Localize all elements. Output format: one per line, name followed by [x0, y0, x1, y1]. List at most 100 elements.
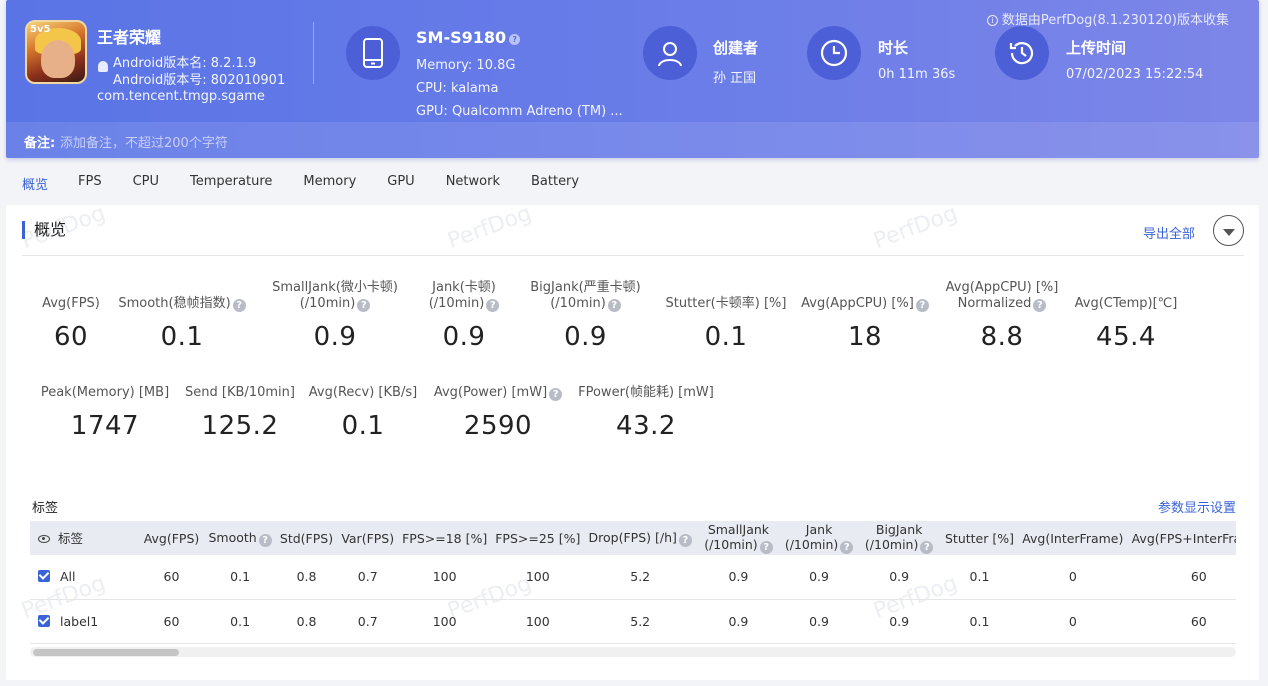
- horizontal-scrollbar[interactable]: [30, 647, 1236, 657]
- eye-icon[interactable]: [38, 534, 50, 543]
- table-row[interactable]: All 60 0.1 0.8 0.7 100 100 5.2 0.9 0.9 0…: [30, 555, 1236, 600]
- android-version-code: Android版本号: 802010901: [113, 73, 286, 88]
- column-header[interactable]: Std(FPS): [276, 521, 338, 555]
- upload-value: 07/02/2023 15:22:54: [1066, 67, 1204, 82]
- table-cell: 0.7: [337, 555, 399, 600]
- metric-avg-power: Avg(Power) [mW]? 2590: [430, 385, 566, 441]
- labels-section-title: 标签: [32, 501, 59, 516]
- app-icon-badge: 5v5: [30, 24, 51, 35]
- scrollbar-thumb[interactable]: [33, 649, 179, 656]
- label-cell: All: [30, 555, 139, 600]
- column-header[interactable]: FPS>=25 [%]: [491, 521, 584, 555]
- table-cell: 100: [398, 555, 492, 600]
- tab-cpu[interactable]: CPU: [133, 170, 159, 194]
- help-icon[interactable]: ?: [258, 533, 272, 547]
- table-cell: 60: [1127, 599, 1236, 644]
- help-icon[interactable]: ?: [232, 299, 246, 312]
- labels-table: 标签 Avg(FPS) Smooth? Std(FPS) Var(FPS) FP…: [30, 521, 1236, 661]
- upload-label: 上传时间: [1066, 39, 1127, 57]
- table-row[interactable]: label1 60 0.1 0.8 0.7 100 100 5.2 0.9 0.…: [30, 599, 1236, 644]
- device-model: SM-S9180?: [416, 28, 521, 47]
- column-header[interactable]: Stutter [%]: [941, 521, 1018, 555]
- table-cell: 0.9: [857, 599, 941, 644]
- divider: [313, 22, 314, 84]
- tab-gpu[interactable]: GPU: [387, 170, 414, 194]
- android-icon: [98, 61, 108, 72]
- device-memory: Memory: 10.8G: [416, 58, 516, 73]
- help-icon[interactable]: ?: [549, 388, 563, 401]
- table-cell: 0: [1017, 555, 1128, 600]
- metric-smooth: Smooth(稳帧指数)? 0.1: [117, 280, 247, 352]
- tab-network[interactable]: Network: [446, 170, 500, 194]
- watermark: PerfDog: [444, 200, 535, 255]
- section-title: 概览: [22, 221, 66, 239]
- tab-battery[interactable]: Battery: [531, 170, 579, 194]
- tab-memory[interactable]: Memory: [303, 170, 356, 194]
- column-header[interactable]: Avg(InterFrame): [1018, 521, 1128, 555]
- table-cell: 0.9: [857, 555, 941, 600]
- collapse-button[interactable]: [1213, 215, 1244, 246]
- help-icon[interactable]: ?: [915, 299, 929, 312]
- report-header: i 数据由PerfDog(8.1.230120)版本收集 5v5 王者荣耀 And…: [6, 0, 1259, 158]
- help-icon[interactable]: ?: [1033, 299, 1047, 312]
- clock-icon: [807, 26, 861, 80]
- creator-value: 孙 正国: [713, 71, 757, 86]
- tab-temperature[interactable]: Temperature: [190, 170, 272, 194]
- remark-bar[interactable]: 备注: 添加备注，不超过200个字符: [6, 122, 1259, 158]
- param-settings-link[interactable]: 参数显示设置: [1158, 497, 1236, 516]
- app-icon: 5v5: [25, 20, 87, 84]
- table-cell: 0.9: [780, 555, 858, 600]
- history-icon: [995, 26, 1049, 80]
- help-icon[interactable]: ?: [840, 541, 854, 554]
- remark-input[interactable]: 添加备注，不超过200个字符: [60, 132, 228, 151]
- table-cell: 0.8: [275, 555, 338, 600]
- metric-avg-recv: Avg(Recv) [KB/s] 0.1: [308, 385, 418, 441]
- column-header[interactable]: Avg(FPS): [139, 521, 205, 555]
- info-icon: i: [986, 15, 998, 26]
- table-cell: 0.9: [780, 599, 858, 644]
- help-icon[interactable]: ?: [486, 299, 500, 312]
- column-header[interactable]: Smooth?: [204, 521, 275, 555]
- export-all-link[interactable]: 导出全部: [1143, 223, 1195, 242]
- metric-send: Send [KB/10min] 125.2: [185, 385, 295, 441]
- duration-value: 0h 11m 36s: [878, 67, 956, 82]
- help-icon[interactable]: ?: [357, 299, 371, 312]
- creator-label: 创建者: [713, 39, 759, 57]
- column-header[interactable]: Avg(FPS+InterFrame): [1128, 521, 1236, 555]
- duration-label: 时长: [878, 39, 909, 57]
- column-header[interactable]: Jank (/10min)?: [781, 521, 857, 555]
- nav-tabs: 概览 FPS CPU Temperature Memory GPU Networ…: [6, 170, 579, 194]
- table-cell: 0.1: [204, 555, 276, 600]
- table-cell: 100: [398, 599, 492, 644]
- device-gpu: GPU: Qualcomm Adreno (TM) ...: [416, 104, 623, 119]
- metric-peak-memory: Peak(Memory) [MB] 1747: [40, 385, 170, 441]
- metric-big-jank: BigJank(严重卡顿) (/10min)? 0.9: [530, 280, 641, 352]
- column-header[interactable]: BigJank (/10min)?: [857, 521, 941, 555]
- row-checkbox[interactable]: [38, 570, 50, 583]
- help-icon[interactable]: ?: [678, 533, 692, 547]
- column-header[interactable]: Drop(FPS) [/h]?: [584, 521, 696, 555]
- table-cell: 0.7: [337, 599, 399, 644]
- column-header[interactable]: SmallJank (/10min)?: [696, 521, 781, 555]
- metric-avg-app-cpu: Avg(AppCPU) [%]? 18: [799, 280, 931, 352]
- help-icon[interactable]: ?: [607, 299, 621, 312]
- row-checkbox[interactable]: [38, 614, 50, 627]
- tab-overview[interactable]: 概览: [22, 170, 48, 194]
- phone-icon: [346, 26, 400, 80]
- metric-app-cpu-normalized: Avg(AppCPU) [%] Normalized? 8.8: [945, 280, 1059, 352]
- watermark: PerfDog: [870, 200, 961, 255]
- table-cell: 100: [491, 599, 585, 644]
- column-header[interactable]: FPS>=18 [%]: [398, 521, 491, 555]
- column-header[interactable]: Var(FPS): [337, 521, 398, 555]
- help-icon[interactable]: ?: [759, 541, 773, 554]
- metric-jank: Jank(卡顿) (/10min)? 0.9: [414, 280, 514, 352]
- metric-avg-ctemp: Avg(CTemp)[℃] 45.4: [1074, 296, 1178, 352]
- remark-label: 备注:: [24, 136, 56, 151]
- device-help-icon[interactable]: ?: [509, 34, 521, 45]
- table-cell: 60: [138, 599, 205, 644]
- table-cell: 5.2: [584, 555, 697, 600]
- help-icon[interactable]: ?: [920, 541, 934, 554]
- tab-fps[interactable]: FPS: [78, 170, 102, 194]
- metric-small-jank: SmallJank(微小卡顿) (/10min)? 0.9: [272, 280, 398, 352]
- app-name: 王者荣耀: [97, 28, 162, 47]
